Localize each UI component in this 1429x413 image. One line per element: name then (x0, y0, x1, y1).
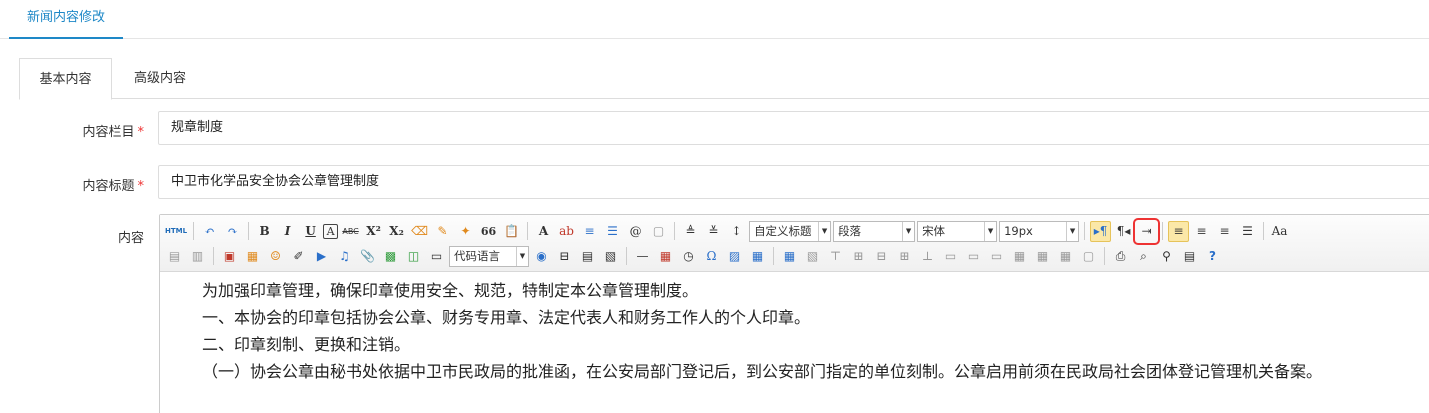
content-paragraph: （一）协会公章由秘书处依据中卫市民政局的批准函，在公安局部门登记后，到公安部门指… (202, 362, 1323, 381)
font-border-icon[interactable]: A (323, 223, 339, 239)
image-none-icon[interactable]: ▤ (164, 246, 185, 267)
italic-button[interactable]: I (277, 221, 298, 242)
clear-doc-icon[interactable]: ▢ (648, 221, 669, 242)
align-center-icon[interactable]: ≡ (1191, 221, 1212, 242)
merge-right-icon[interactable]: ▭ (963, 246, 984, 267)
page-tab-bar: 新闻内容修改 (0, 0, 1429, 39)
paragraph-select[interactable]: 段落 ▼ (833, 220, 916, 242)
insert-image-icon[interactable]: ▦ (242, 246, 263, 267)
rtl-direction-icon[interactable]: ¶◂ (1113, 221, 1134, 242)
superscript-button[interactable]: X² (363, 221, 384, 242)
indent-icon[interactable]: ⇥ (1133, 217, 1161, 245)
content-paragraph: 二、印章刻制、更换和注销。 (202, 335, 411, 354)
editor-content[interactable]: 为加强印章管理，确保印章使用安全、规范，特制定本公章管理制度。 一、本协会的印章… (170, 277, 1429, 385)
redo-icon[interactable]: ↷ (222, 221, 243, 242)
select-all-icon[interactable]: @ (625, 221, 646, 242)
insert-table-icon[interactable]: ▦ (779, 246, 800, 267)
emotion-icon[interactable]: ☺ (265, 246, 286, 267)
align-justify-icon[interactable]: ☰ (1237, 221, 1258, 242)
align-right-icon[interactable]: ≡ (1214, 221, 1235, 242)
split-to-cells-icon[interactable]: ▦ (1009, 246, 1030, 267)
font-color-button[interactable]: A (533, 221, 554, 242)
to-uppercase-icon[interactable]: Aa (1269, 221, 1290, 242)
background-color-icon[interactable]: ab (556, 221, 577, 242)
font-size-select[interactable]: 19px ▼ (999, 220, 1080, 242)
category-input[interactable]: 规章制度 (158, 111, 1429, 145)
content-label: 内容 (117, 231, 144, 246)
help-button[interactable]: ? (1202, 246, 1223, 267)
merge-cells-icon[interactable]: ▭ (940, 246, 961, 267)
insert-paragraph-before-table-icon[interactable]: ⊤ (825, 246, 846, 267)
map-icon[interactable]: ▩ (380, 246, 401, 267)
eraser-icon[interactable]: ⌫ (409, 221, 430, 242)
delete-table-icon[interactable]: ▧ (802, 246, 823, 267)
page-break-icon[interactable]: ⊟ (554, 246, 575, 267)
tab-advanced-content[interactable]: 高级内容 (115, 58, 205, 100)
rich-text-editor: HTML ↶ ↷ B I U A ABC X² X₂ ⌫ ✎ ✦ 66 📋 A … (159, 214, 1429, 413)
bold-button[interactable]: B (254, 221, 275, 242)
required-mark: * (137, 125, 145, 140)
preview-icon[interactable]: ⌕ (1133, 246, 1154, 267)
paste-plain-icon[interactable]: 📋 (501, 221, 522, 242)
horizontal-rule-icon[interactable]: — (632, 246, 653, 267)
background-icon[interactable]: ▭ (426, 246, 447, 267)
html-source-button[interactable]: HTML (164, 221, 188, 242)
code-language-select[interactable]: 代码语言 ▼ (449, 245, 529, 267)
title-label: 内容标题 * (82, 179, 145, 194)
simple-upload-icon[interactable]: ▣ (219, 246, 240, 267)
content-tabs: 基本内容 高级内容 (19, 58, 1429, 100)
category-label: 内容栏目 * (82, 125, 145, 140)
special-chars-button[interactable]: Ω (701, 246, 722, 267)
chart-icon[interactable]: ▢ (1078, 246, 1099, 267)
insert-frame-icon[interactable]: ◫ (403, 246, 424, 267)
print-icon[interactable]: ⎙ (1110, 246, 1131, 267)
ordered-list-icon[interactable]: ≡ (579, 221, 600, 242)
split-to-rows-icon[interactable]: ▦ (1032, 246, 1053, 267)
search-replace-icon[interactable]: ⚲ (1156, 246, 1177, 267)
insert-col-icon[interactable]: ⊞ (894, 246, 915, 267)
drafts-icon[interactable]: ▤ (1179, 246, 1200, 267)
content-paragraph: 为加强印章管理，确保印章使用安全、规范，特制定本公章管理制度。 (202, 281, 699, 300)
scrawl-icon[interactable]: ✐ (288, 246, 309, 267)
font-family-select[interactable]: 宋体 ▼ (917, 220, 998, 242)
snapscreen-icon[interactable]: ▨ (724, 246, 745, 267)
date-icon[interactable]: ▦ (655, 246, 676, 267)
time-icon[interactable]: ◷ (678, 246, 699, 267)
underline-button[interactable]: U (300, 221, 321, 242)
toolbar-row-1: HTML ↶ ↷ B I U A ABC X² X₂ ⌫ ✎ ✦ 66 📋 A … (164, 217, 1290, 245)
merge-down-icon[interactable]: ▭ (986, 246, 1007, 267)
line-height-icon[interactable]: ↕ (726, 221, 747, 242)
tab-basic-content[interactable]: 基本内容 (19, 58, 112, 100)
custom-title-select[interactable]: 自定义标题 ▼ (749, 220, 832, 242)
split-to-cols-icon[interactable]: ▦ (1055, 246, 1076, 267)
subscript-button[interactable]: X₂ (386, 221, 407, 242)
toolbar-row-2: ▤ ▥ ▣ ▦ ☺ ✐ ▶ ♫ 📎 ▩ ◫ ▭ 代码语言 ▼ ◉ ⊟ ▤ ▧ — … (164, 244, 1223, 268)
auto-format-icon[interactable]: ✦ (455, 221, 476, 242)
format-brush-icon[interactable]: ✎ (432, 221, 453, 242)
title-input[interactable]: 中卫市化学品安全协会公章管理制度 (158, 165, 1429, 199)
tab-news-edit[interactable]: 新闻内容修改 (9, 0, 123, 39)
delete-col-icon[interactable]: ⊥ (917, 246, 938, 267)
delete-row-icon[interactable]: ⊟ (871, 246, 892, 267)
required-mark: * (137, 179, 145, 194)
strikethrough-button[interactable]: ABC (340, 221, 361, 242)
word-count-icon[interactable]: ▦ (747, 246, 768, 267)
row-spacing-top-icon[interactable]: ≜ (680, 221, 701, 242)
content-paragraph: 一、本协会的印章包括协会公章、财务专用章、法定代表人和财务工作人的个人印章。 (202, 308, 811, 327)
ltr-direction-icon[interactable]: ▸¶ (1090, 220, 1112, 242)
attachment-icon[interactable]: 📎 (357, 246, 378, 267)
insert-video-icon[interactable]: ▶ (311, 246, 332, 267)
undo-icon[interactable]: ↶ (199, 221, 220, 242)
template-icon[interactable]: ▤ (577, 246, 598, 267)
image-center-icon[interactable]: ▥ (187, 246, 208, 267)
insert-row-icon[interactable]: ⊞ (848, 246, 869, 267)
unordered-list-icon[interactable]: ☰ (602, 221, 623, 242)
align-left-icon[interactable]: ≡ (1168, 220, 1190, 242)
music-icon[interactable]: ♫ (334, 246, 355, 267)
word-image-icon[interactable]: ▧ (600, 246, 621, 267)
web-picture-icon[interactable]: ◉ (531, 246, 552, 267)
blockquote-button[interactable]: 66 (478, 221, 499, 242)
row-spacing-bottom-icon[interactable]: ≚ (703, 221, 724, 242)
editor-toolbar: HTML ↶ ↷ B I U A ABC X² X₂ ⌫ ✎ ✦ 66 📋 A … (160, 215, 1429, 272)
